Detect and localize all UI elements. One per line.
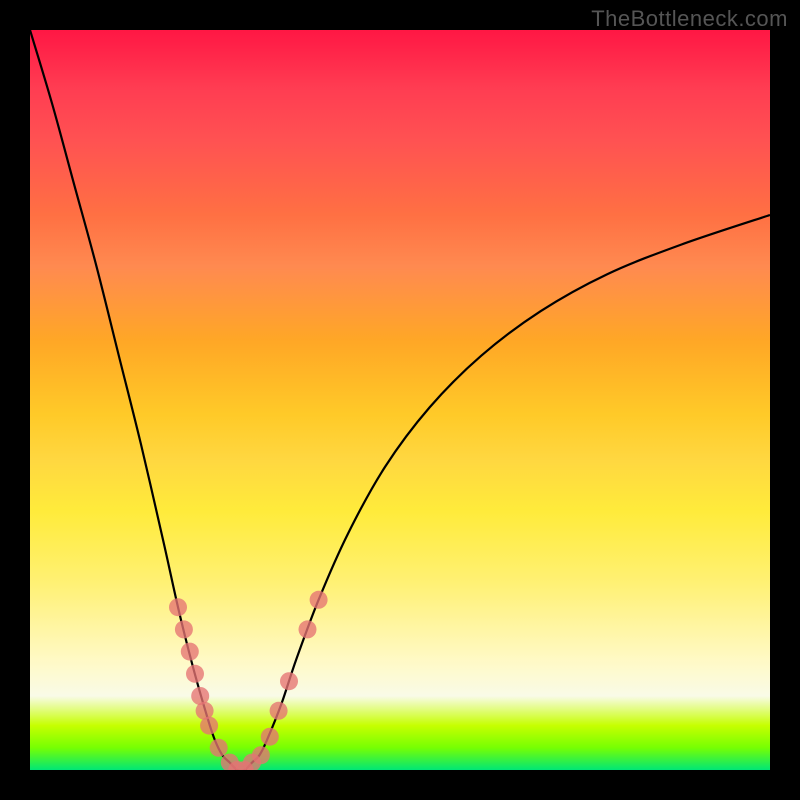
data-marker (270, 702, 288, 720)
data-marker (200, 717, 218, 735)
data-marker (252, 746, 270, 764)
data-marker (221, 754, 239, 770)
bottleneck-curve-path (30, 30, 770, 770)
watermark-text: TheBottleneck.com (591, 6, 788, 32)
data-marker (169, 598, 187, 616)
data-marker (299, 620, 317, 638)
data-marker (181, 643, 199, 661)
data-marker (310, 591, 328, 609)
chart-svg (30, 30, 770, 770)
data-marker (210, 739, 228, 757)
data-marker (261, 728, 279, 746)
data-marker (196, 702, 214, 720)
data-marker (228, 761, 246, 770)
data-marker (280, 672, 298, 690)
data-marker (236, 761, 254, 770)
data-marker (243, 754, 261, 770)
chart-plot-area (30, 30, 770, 770)
data-marker (186, 665, 204, 683)
marker-group (169, 591, 328, 770)
data-marker (175, 620, 193, 638)
data-marker (191, 687, 209, 705)
